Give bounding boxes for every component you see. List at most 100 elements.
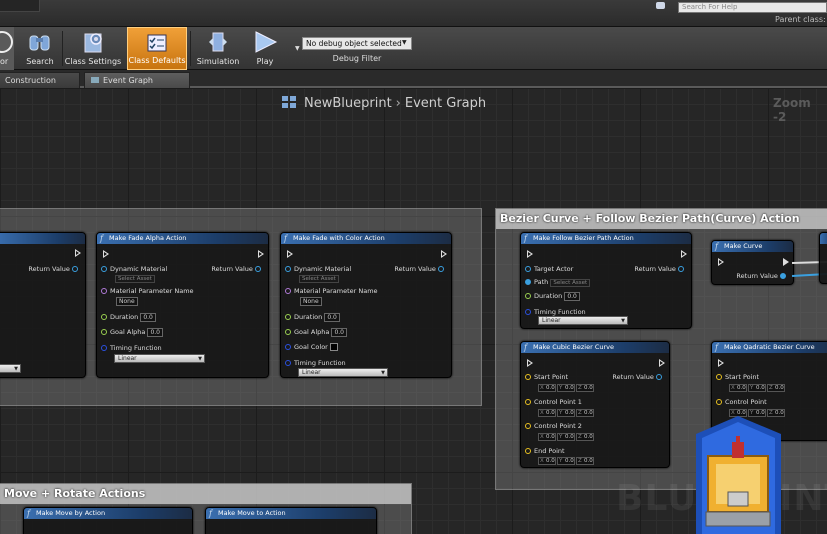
dynamic-material-pin[interactable]: Dynamic Material [285, 265, 351, 273]
breadcrumb-root[interactable]: NewBlueprint [304, 96, 392, 111]
exec-out-pin[interactable] [441, 250, 447, 258]
exec-out-pin[interactable] [75, 249, 81, 257]
partial-node-header [0, 233, 85, 244]
end-point-pin[interactable]: End Point [525, 447, 565, 455]
material-param-value[interactable]: None [116, 297, 138, 306]
material-param-pin[interactable]: Material Parameter Name [101, 287, 194, 295]
debug-filter-label: Debug Filter [332, 54, 382, 63]
play-options-chevron-down-icon[interactable]: ▼ [295, 45, 300, 52]
editor-window: Search For Help Parent class: or Search … [0, 0, 827, 534]
zoom-level: Zoom -2 [773, 96, 811, 124]
graph-icon [91, 77, 99, 83]
node-cubic-bezier[interactable]: f Make Cubic Bezier Curve Start Point Ret… [520, 341, 670, 468]
class-defaults-button[interactable]: Class Defaults [127, 27, 187, 70]
goal-alpha-pin[interactable]: Goal Alpha 0.0 [285, 328, 347, 337]
exec-out-pin[interactable] [659, 359, 665, 367]
search-help-input[interactable]: Search For Help [678, 2, 827, 13]
class-settings-label: Class Settings [64, 57, 122, 66]
breadcrumb-separator-icon: › [395, 96, 401, 111]
start-point-pin[interactable]: Start Point [525, 373, 568, 381]
goal-color-swatch[interactable] [329, 343, 338, 351]
goal-color-pin[interactable]: Goal Color [285, 343, 338, 351]
node-fade-color[interactable]: f Make Fade with Color Action Dynamic Mat… [280, 232, 452, 378]
node-move-to-header: f Make Move to Action [206, 508, 376, 519]
timing-combo[interactable] [0, 364, 21, 373]
exec-out-pin[interactable] [258, 250, 264, 258]
binoculars-icon [27, 30, 53, 54]
return-value-pin[interactable]: Return Value [634, 265, 687, 273]
checklist-icon [144, 31, 170, 55]
return-value-pin[interactable]: Return Value [211, 265, 264, 273]
menu-corner[interactable] [0, 0, 40, 12]
node-fade-alpha-header: f Make Fade Alpha Action [97, 233, 268, 244]
simulation-button[interactable]: Simulation [194, 27, 242, 70]
control-point-2-pin[interactable]: Control Point 2 [525, 422, 582, 430]
material-param-pin[interactable]: Material Parameter Name [285, 287, 378, 295]
path-pin[interactable]: Path Select Asset [525, 278, 591, 287]
control-point-pin[interactable]: Control Point [716, 398, 767, 406]
duration-pin[interactable]: Duration 0.0 [285, 313, 340, 322]
goal-alpha-pin[interactable]: Goal Alpha 0.0 [101, 328, 163, 337]
simulation-label: Simulation [196, 57, 240, 66]
end-point-vector[interactable]: X 0.0 Y 0.0 Z 0.0 [538, 456, 595, 465]
dynamic-material-pin[interactable]: Dynamic Material [101, 265, 167, 273]
control-point-1-vector[interactable]: X 0.0 Y 0.0 Z 0.0 [538, 408, 595, 417]
timing-function-pin[interactable]: Timing Function [525, 308, 586, 316]
start-point-vector[interactable]: X 0.0 Y 0.0 Z 0.0 [729, 383, 786, 392]
search-label: Search [26, 57, 54, 66]
exec-in-pin[interactable] [718, 258, 724, 266]
tab-construction-script[interactable]: Construction Script [0, 72, 80, 100]
exec-in-pin[interactable] [103, 250, 109, 258]
tab-event-graph-label: Event Graph [103, 76, 153, 85]
offscreen-node[interactable] [819, 232, 827, 284]
compile-button[interactable]: or [0, 27, 14, 70]
return-value-pin[interactable]: Return Value [28, 265, 81, 273]
comment-title-bezier[interactable]: Bezier Curve + Follow Bezier Path(Curve)… [496, 209, 827, 229]
timing-function-pin[interactable]: Timing Function [285, 359, 346, 367]
comment-title-move-rotate[interactable]: Move + Rotate Actions [0, 484, 411, 504]
node-cubic-bezier-header: f Make Cubic Bezier Curve [521, 342, 669, 353]
return-value-pin[interactable]: Return Value [736, 272, 789, 280]
debug-select-chevron-down-icon: ▼ [402, 39, 407, 46]
timing-function-combo[interactable]: Linear [114, 354, 205, 363]
breadcrumb: NewBlueprint › Event Graph [282, 96, 486, 111]
exec-out-pin[interactable] [681, 250, 687, 258]
node-move-to[interactable]: f Make Move to Action [205, 507, 377, 534]
exec-out-pin[interactable] [783, 258, 789, 266]
node-follow-bezier[interactable]: f Make Follow Bezier Path Action Target A… [520, 232, 692, 329]
return-value-pin[interactable]: Return Value [394, 265, 447, 273]
node-fade-alpha[interactable]: f Make Fade Alpha Action Dynamic Material… [96, 232, 269, 378]
exec-in-pin[interactable] [287, 250, 293, 258]
material-param-value[interactable]: None [300, 297, 322, 306]
timing-function-combo[interactable]: Linear [538, 316, 628, 325]
class-settings-button[interactable]: Class Settings [64, 27, 122, 70]
offscreen-node-header [820, 233, 827, 244]
start-point-vector[interactable]: X 0.0 Y 0.0 Z 0.0 [538, 383, 595, 392]
duration-pin[interactable]: Duration 0.0 [525, 292, 580, 301]
search-button[interactable]: Search [20, 27, 60, 70]
control-point-2-vector[interactable]: X 0.0 Y 0.0 Z 0.0 [538, 432, 595, 441]
select-asset-box[interactable]: Select Asset [299, 274, 339, 283]
select-asset-box[interactable]: Select Asset [115, 274, 155, 283]
simulation-icon [205, 30, 231, 54]
node-move-by-header: f Make Move by Action [24, 508, 192, 519]
node-move-by[interactable]: f Make Move by Action [23, 507, 193, 534]
return-value-pin[interactable]: Return Value [612, 373, 665, 381]
control-point-1-pin[interactable]: Control Point 1 [525, 398, 582, 406]
timing-function-pin[interactable]: Timing Function [101, 344, 162, 352]
duration-pin[interactable]: Duration 0.0 [101, 313, 156, 322]
play-button[interactable]: Play [246, 27, 284, 70]
start-point-pin[interactable]: Start Point [716, 373, 759, 381]
timing-function-combo[interactable]: Linear [298, 368, 388, 377]
exec-in-pin[interactable] [527, 359, 533, 367]
blueprint-logo-icon [696, 416, 781, 534]
exec-in-pin[interactable] [718, 359, 724, 367]
debug-object-select[interactable]: No debug object selected [302, 37, 412, 50]
exec-in-pin[interactable] [527, 250, 533, 258]
node-make-curve[interactable]: f Make Curve Return Value [711, 240, 794, 285]
target-actor-pin[interactable]: Target Actor [525, 265, 573, 273]
help-bubble-icon[interactable] [656, 2, 665, 9]
tab-event-graph[interactable]: Event Graph [84, 72, 190, 88]
partial-node[interactable]: Return Value [0, 232, 86, 378]
play-label: Play [256, 57, 274, 66]
